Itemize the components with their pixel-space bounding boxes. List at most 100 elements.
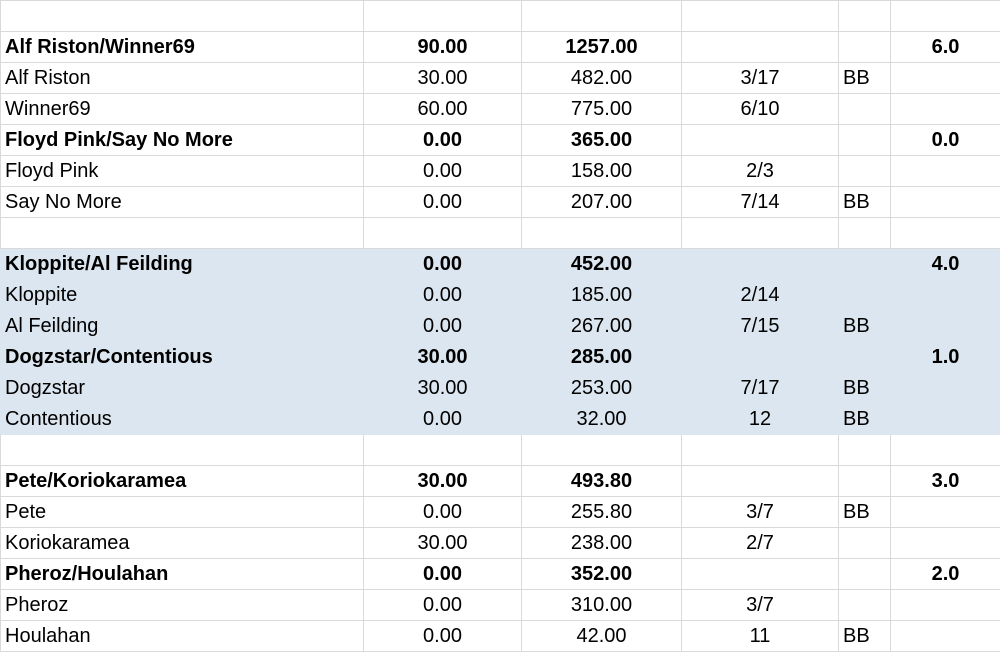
fixture-cell[interactable]: 7/17 xyxy=(682,373,839,404)
fixture-cell[interactable] xyxy=(682,435,839,466)
fixture-cell[interactable]: 7/14 xyxy=(682,187,839,218)
chip-cell[interactable] xyxy=(839,125,891,156)
points-b-cell[interactable]: 238.00 xyxy=(522,528,682,559)
points-a-cell[interactable]: 0.00 xyxy=(364,559,522,590)
fixture-cell[interactable] xyxy=(682,466,839,497)
fixture-cell[interactable] xyxy=(682,1,839,32)
name-cell[interactable]: Houlahan xyxy=(1,621,364,652)
score-cell[interactable] xyxy=(891,218,1000,249)
score-cell[interactable] xyxy=(891,528,1000,559)
chip-cell[interactable] xyxy=(839,156,891,187)
chip-cell[interactable]: BB xyxy=(839,497,891,528)
fixture-cell[interactable] xyxy=(682,559,839,590)
score-cell[interactable] xyxy=(891,94,1000,125)
name-cell[interactable]: Pete xyxy=(1,497,364,528)
fixture-cell[interactable]: 2/7 xyxy=(682,528,839,559)
name-cell[interactable] xyxy=(1,218,364,249)
chip-cell[interactable] xyxy=(839,94,891,125)
points-b-cell[interactable]: 158.00 xyxy=(522,156,682,187)
name-cell[interactable]: Contentious xyxy=(1,404,364,435)
points-b-cell[interactable]: 452.00 xyxy=(522,249,682,280)
fixture-cell[interactable] xyxy=(682,342,839,373)
chip-cell[interactable] xyxy=(839,280,891,311)
fixture-cell[interactable]: 3/7 xyxy=(682,497,839,528)
chip-cell[interactable] xyxy=(839,559,891,590)
points-b-cell[interactable]: 482.00 xyxy=(522,63,682,94)
points-b-cell[interactable]: 42.00 xyxy=(522,621,682,652)
points-a-cell[interactable]: 0.00 xyxy=(364,311,522,342)
points-a-cell[interactable]: 0.00 xyxy=(364,404,522,435)
chip-cell[interactable] xyxy=(839,466,891,497)
name-cell[interactable]: Kloppite/Al Feilding xyxy=(1,249,364,280)
points-b-cell[interactable]: 775.00 xyxy=(522,94,682,125)
chip-cell[interactable] xyxy=(839,32,891,63)
fixture-cell[interactable]: 2/3 xyxy=(682,156,839,187)
fixture-cell[interactable] xyxy=(682,249,839,280)
fixture-cell[interactable]: 3/17 xyxy=(682,63,839,94)
score-cell[interactable] xyxy=(891,497,1000,528)
points-b-cell[interactable]: 352.00 xyxy=(522,559,682,590)
points-b-cell[interactable]: 207.00 xyxy=(522,187,682,218)
chip-cell[interactable]: BB xyxy=(839,404,891,435)
points-a-cell[interactable]: 0.00 xyxy=(364,590,522,621)
points-b-cell[interactable]: 285.00 xyxy=(522,342,682,373)
score-cell[interactable] xyxy=(891,404,1000,435)
points-a-cell[interactable]: 0.00 xyxy=(364,187,522,218)
fixture-cell[interactable]: 2/14 xyxy=(682,280,839,311)
points-b-cell[interactable] xyxy=(522,218,682,249)
score-cell[interactable]: 1.0 xyxy=(891,342,1000,373)
chip-cell[interactable] xyxy=(839,590,891,621)
points-a-cell[interactable]: 30.00 xyxy=(364,528,522,559)
name-cell[interactable]: Kloppite xyxy=(1,280,364,311)
points-a-cell[interactable]: 30.00 xyxy=(364,373,522,404)
score-cell[interactable]: 4.0 xyxy=(891,249,1000,280)
name-cell[interactable]: Winner69 xyxy=(1,94,364,125)
points-b-cell[interactable]: 185.00 xyxy=(522,280,682,311)
fixture-cell[interactable]: 6/10 xyxy=(682,94,839,125)
points-a-cell[interactable]: 0.00 xyxy=(364,125,522,156)
score-cell[interactable] xyxy=(891,621,1000,652)
points-b-cell[interactable]: 493.80 xyxy=(522,466,682,497)
points-a-cell[interactable]: 60.00 xyxy=(364,94,522,125)
name-cell[interactable]: Dogzstar xyxy=(1,373,364,404)
chip-cell[interactable] xyxy=(839,342,891,373)
name-cell[interactable]: Pete/Koriokaramea xyxy=(1,466,364,497)
points-b-cell[interactable] xyxy=(522,1,682,32)
chip-cell[interactable]: BB xyxy=(839,63,891,94)
points-b-cell[interactable]: 255.80 xyxy=(522,497,682,528)
score-cell[interactable] xyxy=(891,373,1000,404)
points-a-cell[interactable]: 0.00 xyxy=(364,156,522,187)
fixture-cell[interactable] xyxy=(682,125,839,156)
score-cell[interactable]: 3.0 xyxy=(891,466,1000,497)
name-cell[interactable]: Floyd Pink/Say No More xyxy=(1,125,364,156)
score-cell[interactable] xyxy=(891,63,1000,94)
points-a-cell[interactable]: 0.00 xyxy=(364,497,522,528)
points-b-cell[interactable]: 365.00 xyxy=(522,125,682,156)
score-cell[interactable] xyxy=(891,311,1000,342)
name-cell[interactable] xyxy=(1,435,364,466)
points-a-cell[interactable]: 30.00 xyxy=(364,342,522,373)
chip-cell[interactable]: BB xyxy=(839,621,891,652)
points-b-cell[interactable]: 253.00 xyxy=(522,373,682,404)
score-cell[interactable] xyxy=(891,590,1000,621)
score-cell[interactable] xyxy=(891,187,1000,218)
points-a-cell[interactable]: 90.00 xyxy=(364,32,522,63)
fixture-cell[interactable]: 12 xyxy=(682,404,839,435)
points-a-cell[interactable]: 0.00 xyxy=(364,621,522,652)
name-cell[interactable]: Alf Riston/Winner69 xyxy=(1,32,364,63)
points-a-cell[interactable]: 30.00 xyxy=(364,466,522,497)
name-cell[interactable]: Alf Riston xyxy=(1,63,364,94)
score-cell[interactable] xyxy=(891,1,1000,32)
score-cell[interactable]: 0.0 xyxy=(891,125,1000,156)
name-cell[interactable]: Floyd Pink xyxy=(1,156,364,187)
name-cell[interactable]: Al Feilding xyxy=(1,311,364,342)
points-a-cell[interactable] xyxy=(364,218,522,249)
points-a-cell[interactable] xyxy=(364,435,522,466)
fixture-cell[interactable]: 3/7 xyxy=(682,590,839,621)
name-cell[interactable] xyxy=(1,1,364,32)
chip-cell[interactable]: BB xyxy=(839,311,891,342)
chip-cell[interactable]: BB xyxy=(839,373,891,404)
score-cell[interactable] xyxy=(891,156,1000,187)
points-b-cell[interactable] xyxy=(522,435,682,466)
points-b-cell[interactable]: 267.00 xyxy=(522,311,682,342)
